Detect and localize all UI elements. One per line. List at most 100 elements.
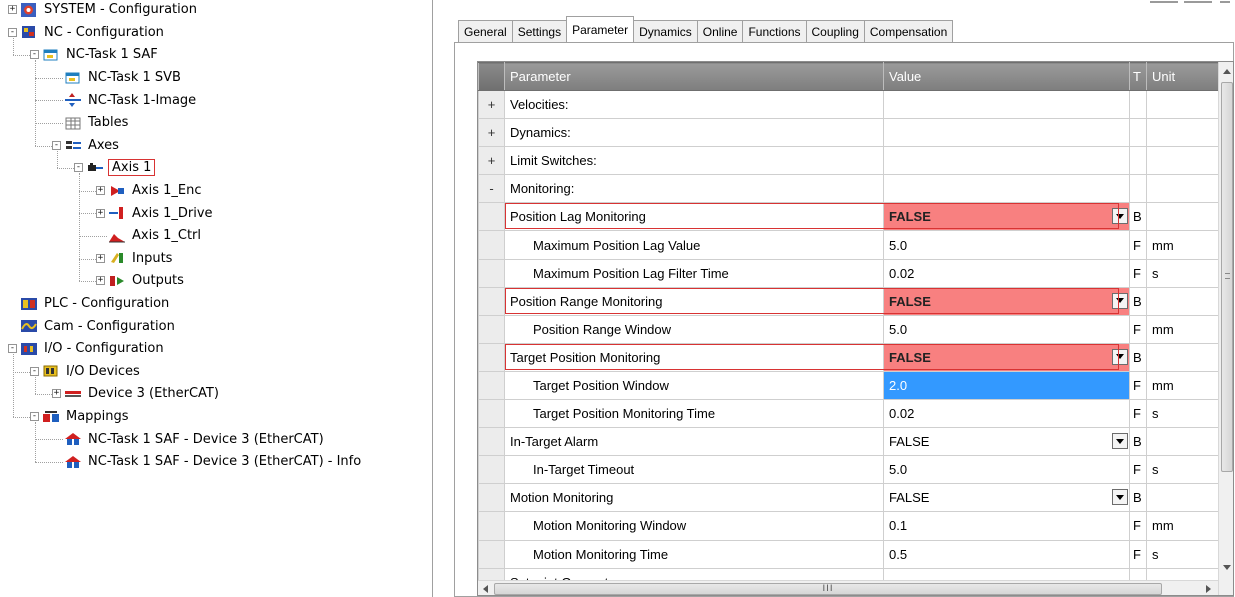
tree-node[interactable]: + Outputs xyxy=(96,270,186,292)
table-row[interactable]: + Velocities: xyxy=(478,89,1219,120)
scroll-down-arrow-icon[interactable] xyxy=(1223,565,1231,570)
tree-node[interactable]: Tables xyxy=(52,112,130,134)
table-row[interactable]: - Monitoring: xyxy=(478,174,1219,204)
expand-icon[interactable]: + xyxy=(96,186,105,195)
table-row[interactable]: Motion Monitoring Time 0.5 Fs xyxy=(478,539,1219,569)
table-row[interactable]: Position Range Monitoring FALSE B xyxy=(478,286,1219,316)
expand-icon[interactable]: + xyxy=(96,208,105,218)
parameter-value[interactable]: FALSE xyxy=(883,342,1130,372)
parameter-value[interactable]: 0.1 xyxy=(883,511,1130,541)
tree-node[interactable]: - NC-Task 1 SAF xyxy=(30,44,160,66)
header-value[interactable]: Value xyxy=(883,62,1130,91)
collapse-icon[interactable]: - xyxy=(8,27,17,37)
tab-general[interactable]: General xyxy=(458,20,513,42)
parameter-value[interactable]: 0.02 xyxy=(883,258,1130,288)
table-row[interactable]: Target Position Monitoring Time 0.02 Fs xyxy=(478,399,1219,429)
parameter-value[interactable]: FALSE xyxy=(883,483,1130,513)
tab-compensation[interactable]: Compensation xyxy=(863,20,954,42)
expand-group-icon[interactable]: + xyxy=(478,89,505,120)
tree-node[interactable]: + Device 3 (EtherCAT) xyxy=(52,383,221,405)
tab-functions[interactable]: Functions xyxy=(742,20,807,42)
tree-connector xyxy=(35,421,36,462)
collapse-icon[interactable]: - xyxy=(52,140,61,150)
collapse-icon[interactable]: - xyxy=(30,50,39,60)
tree-node[interactable]: - I/O Devices xyxy=(30,360,142,382)
header-type[interactable]: T xyxy=(1129,62,1147,91)
table-row[interactable]: Motion Monitoring Window 0.1 Fmm xyxy=(478,511,1219,541)
tree-node[interactable]: - NC - Configuration xyxy=(8,21,166,43)
horizontal-scroll-thumb[interactable]: III xyxy=(494,583,1162,595)
tree-node[interactable]: + SYSTEM - Configuration xyxy=(8,0,199,21)
expand-group-icon[interactable]: + xyxy=(478,118,505,148)
tree-node[interactable]: + Axis 1_Enc xyxy=(96,180,203,202)
dropdown-arrow-icon[interactable] xyxy=(1112,433,1128,450)
tree-node[interactable]: Axis 1_Ctrl xyxy=(96,225,203,247)
project-tree[interactable]: + SYSTEM - Configuration - NC - Configurati… xyxy=(0,0,433,597)
table-row[interactable]: In-Target Timeout 5.0 Fs xyxy=(478,455,1219,485)
parameter-value[interactable]: 5.0 xyxy=(883,455,1130,485)
tree-node[interactable]: PLC - Configuration xyxy=(8,293,171,315)
parameter-name: Motion Monitoring xyxy=(504,483,884,513)
tree-node[interactable]: - Axis 1 xyxy=(74,157,156,179)
scroll-right-arrow-icon[interactable] xyxy=(1206,585,1211,593)
tab-parameter[interactable]: Parameter xyxy=(566,16,635,42)
tab-dynamics[interactable]: Dynamics xyxy=(633,20,698,42)
table-row[interactable]: + Dynamics: xyxy=(478,118,1219,148)
tab-online[interactable]: Online xyxy=(696,20,744,42)
table-row[interactable]: Target Position Window 2.0 Fmm xyxy=(478,370,1219,401)
parameter-value[interactable]: FALSE xyxy=(883,427,1130,457)
tree-node[interactable]: NC-Task 1-Image xyxy=(52,89,198,111)
parameter-value[interactable]: 5.0 xyxy=(883,230,1130,260)
collapse-icon[interactable]: - xyxy=(30,412,39,421)
expand-icon[interactable]: + xyxy=(52,389,61,399)
parameter-value[interactable]: 2.0 xyxy=(883,370,1130,401)
parameter-value[interactable]: FALSE xyxy=(883,202,1130,232)
vertical-scrollbar[interactable] xyxy=(1218,62,1233,595)
dropdown-arrow-icon[interactable] xyxy=(1112,292,1128,309)
tab-settings[interactable]: Settings xyxy=(511,20,568,42)
vertical-scroll-thumb[interactable] xyxy=(1221,82,1233,472)
table-row[interactable]: Maximum Position Lag Value 5.0 Fmm xyxy=(478,230,1219,260)
collapse-icon[interactable]: - xyxy=(8,344,17,354)
parameter-value[interactable]: 0.5 xyxy=(883,539,1130,569)
parameter-value[interactable]: 0.02 xyxy=(883,399,1130,429)
header-unit[interactable]: Unit xyxy=(1146,62,1219,91)
table-row[interactable]: In-Target Alarm FALSE B xyxy=(478,427,1219,457)
tree-node[interactable]: + Axis 1_Drive xyxy=(96,202,215,224)
table-row[interactable]: Position Range Window 5.0 Fmm xyxy=(478,314,1219,344)
tree-node[interactable]: NC-Task 1 SAF - Device 3 (EtherCAT) - In… xyxy=(52,451,363,473)
expand-icon[interactable]: + xyxy=(96,276,105,286)
dropdown-arrow-icon[interactable] xyxy=(1112,208,1128,225)
scroll-left-arrow-icon[interactable] xyxy=(483,585,488,593)
tree-node[interactable]: NC-Task 1 SVB xyxy=(52,67,183,89)
scroll-up-arrow-icon[interactable] xyxy=(1223,69,1231,74)
header-parameter[interactable]: Parameter xyxy=(504,62,884,91)
collapse-icon[interactable]: - xyxy=(30,366,39,376)
tree-node[interactable]: - I/O - Configuration xyxy=(8,338,166,360)
tree-node[interactable]: NC-Task 1 SAF - Device 3 (EtherCAT) xyxy=(52,428,326,450)
dropdown-arrow-icon[interactable] xyxy=(1112,348,1128,365)
tree-node[interactable]: - Axes xyxy=(52,134,121,156)
collapse-group-icon[interactable]: - xyxy=(478,174,505,204)
table-row[interactable]: + Limit Switches: xyxy=(478,146,1219,176)
tree-node[interactable]: Cam - Configuration xyxy=(8,315,177,337)
expand-icon[interactable]: + xyxy=(96,253,105,263)
collapse-icon[interactable]: - xyxy=(74,163,83,173)
horizontal-scrollbar[interactable]: III xyxy=(478,580,1218,595)
parameter-value[interactable]: 5.0 xyxy=(883,314,1130,344)
parameter-unit xyxy=(1146,146,1219,176)
tab-coupling[interactable]: Coupling xyxy=(805,20,865,42)
table-row[interactable]: Target Position Monitoring FALSE B xyxy=(478,342,1219,372)
table-row[interactable]: Position Lag Monitoring FALSE B xyxy=(478,202,1219,232)
tree-node[interactable]: + Inputs xyxy=(96,247,174,269)
expand-icon[interactable]: + xyxy=(8,5,17,15)
grip-icon xyxy=(1225,273,1230,279)
parameter-name: Maximum Position Lag Value xyxy=(504,230,884,260)
table-row[interactable]: Maximum Position Lag Filter Time 0.02 Fs xyxy=(478,258,1219,288)
table-row[interactable]: Motion Monitoring FALSE B xyxy=(478,483,1219,513)
dropdown-arrow-icon[interactable] xyxy=(1112,489,1128,506)
parameter-type xyxy=(1129,118,1147,148)
expand-group-icon[interactable]: + xyxy=(478,146,505,176)
tree-node[interactable]: - Mappings xyxy=(30,406,131,428)
parameter-value[interactable]: FALSE xyxy=(883,286,1130,316)
